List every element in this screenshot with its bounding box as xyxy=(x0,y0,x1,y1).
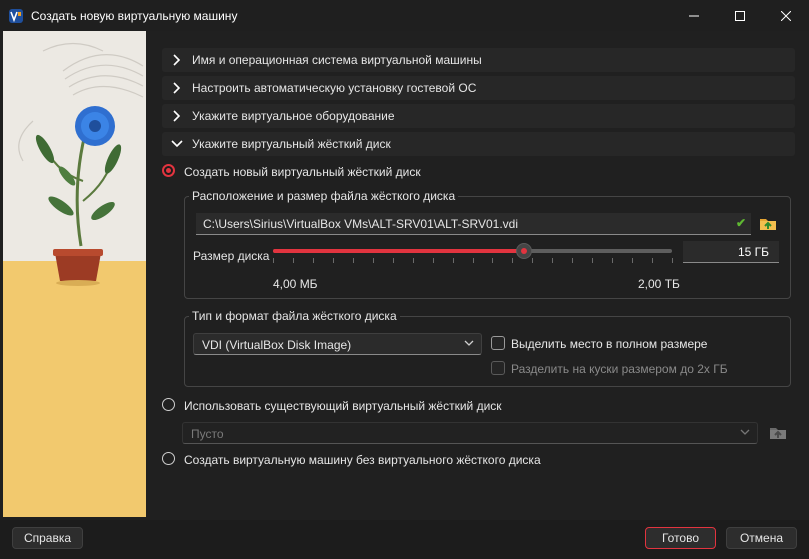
existing-disk-value: Пусто xyxy=(191,427,224,441)
flower-pot-illustration xyxy=(3,31,146,517)
slider-tick xyxy=(393,258,394,263)
maximize-icon xyxy=(735,10,745,21)
slider-tick xyxy=(273,258,274,263)
chevron-right-icon xyxy=(173,110,181,122)
disk-path-field[interactable]: C:\Users\Sirius\VirtualBox VMs\ALT-SRV01… xyxy=(196,213,751,235)
title-bar: Создать новую виртуальную машину xyxy=(0,0,809,31)
maximize-button[interactable] xyxy=(717,0,763,31)
section-label: Имя и операционная система виртуальной м… xyxy=(192,53,482,67)
section-label: Укажите виртуальное оборудование xyxy=(192,109,395,123)
disk-size-slider-fill xyxy=(273,249,524,253)
close-button[interactable] xyxy=(763,0,809,31)
slider-tick xyxy=(373,258,374,263)
use-existing-disk-label: Использовать существующий виртуальный жё… xyxy=(184,399,502,413)
preallocate-checkbox[interactable] xyxy=(491,336,505,350)
disk-format-select[interactable]: VDI (VirtualBox Disk Image) xyxy=(193,333,482,355)
existing-disk-select[interactable]: Пусто xyxy=(182,422,758,444)
section-unattended-install[interactable]: Настроить автоматическую установку госте… xyxy=(162,76,795,100)
location-size-group-label: Расположение и размер файла жёсткого дис… xyxy=(189,189,459,203)
cancel-button[interactable]: Отмена xyxy=(726,527,797,549)
disk-size-slider-thumb[interactable] xyxy=(516,243,532,259)
slider-tick xyxy=(592,258,593,263)
disk-size-field[interactable]: 15 ГБ xyxy=(683,241,779,263)
slider-tick xyxy=(293,258,294,263)
choose-location-folder-icon[interactable] xyxy=(759,214,777,232)
disk-size-label: Размер диска xyxy=(193,249,270,263)
slider-tick xyxy=(313,258,314,263)
split-label: Разделить на куски размером до 2х ГБ xyxy=(511,362,728,376)
slider-tick xyxy=(652,258,653,263)
slider-tick xyxy=(612,258,613,263)
disk-path-value: C:\Users\Sirius\VirtualBox VMs\ALT-SRV01… xyxy=(203,217,519,231)
slider-tick xyxy=(672,258,673,263)
chevron-down-icon xyxy=(740,429,750,435)
slider-tick xyxy=(492,258,493,263)
choose-existing-disk-folder-icon[interactable] xyxy=(769,423,787,441)
valid-check-icon: ✔ xyxy=(735,216,746,230)
slider-tick xyxy=(532,258,533,263)
slider-tick xyxy=(413,258,414,263)
slider-tick xyxy=(473,258,474,263)
max-size-label: 2,00 ТБ xyxy=(638,277,680,291)
close-icon xyxy=(781,10,791,21)
use-existing-disk-radio[interactable] xyxy=(162,398,175,411)
create-new-disk-label: Создать новый виртуальный жёсткий диск xyxy=(184,165,421,179)
finish-button[interactable]: Готово xyxy=(645,527,716,549)
section-name-os[interactable]: Имя и операционная система виртуальной м… xyxy=(162,48,795,72)
slider-tick xyxy=(552,258,553,263)
slider-tick xyxy=(453,258,454,263)
disk-format-value: VDI (VirtualBox Disk Image) xyxy=(202,338,352,352)
slider-tick xyxy=(632,258,633,263)
disk-size-ticks xyxy=(273,258,673,264)
virtualbox-app-icon xyxy=(9,9,23,23)
split-checkbox[interactable] xyxy=(491,361,505,375)
window-title: Создать новую виртуальную машину xyxy=(31,9,238,23)
preallocate-label: Выделить место в полном размере xyxy=(511,337,708,351)
slider-tick xyxy=(353,258,354,263)
slider-tick xyxy=(572,258,573,263)
slider-tick xyxy=(512,258,513,263)
section-hard-disk[interactable]: Укажите виртуальный жёсткий диск xyxy=(162,132,795,156)
slider-tick xyxy=(333,258,334,263)
chevron-right-icon xyxy=(173,54,181,66)
help-button[interactable]: Справка xyxy=(12,527,83,549)
slider-tick xyxy=(433,258,434,263)
section-label: Настроить автоматическую установку госте… xyxy=(192,81,477,95)
minimize-icon xyxy=(689,15,699,16)
disk-size-slider[interactable] xyxy=(273,243,672,259)
disk-type-group-label: Тип и формат файла жёсткого диска xyxy=(189,309,400,323)
section-label: Укажите виртуальный жёсткий диск xyxy=(192,137,391,151)
minimize-button[interactable] xyxy=(671,0,717,31)
no-disk-label: Создать виртуальную машину без виртуальн… xyxy=(184,453,541,467)
section-hardware[interactable]: Укажите виртуальное оборудование xyxy=(162,104,795,128)
no-disk-radio[interactable] xyxy=(162,452,175,465)
min-size-label: 4,00 МБ xyxy=(273,277,318,291)
chevron-down-icon xyxy=(464,340,474,346)
create-new-disk-radio[interactable] xyxy=(162,164,175,177)
chevron-right-icon xyxy=(173,82,181,94)
chevron-down-icon xyxy=(171,140,183,148)
disk-size-value: 15 ГБ xyxy=(737,245,769,259)
